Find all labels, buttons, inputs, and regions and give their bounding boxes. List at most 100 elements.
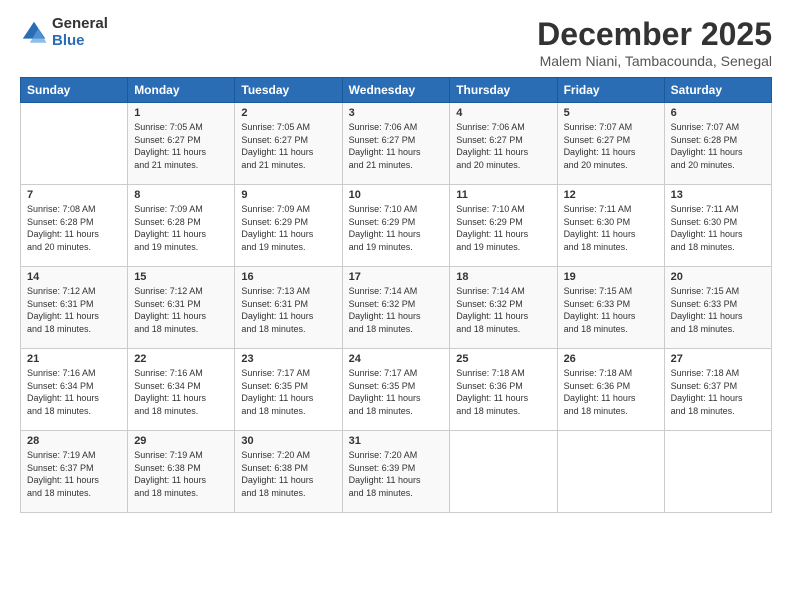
day-number-6: 6 bbox=[671, 107, 765, 119]
day-info-20: Sunrise: 7:15 AM Sunset: 6:33 PM Dayligh… bbox=[671, 285, 765, 335]
calendar-cell-w3-d6: 19 Sunrise: 7:15 AM Sunset: 6:33 PM Dayli… bbox=[557, 267, 664, 349]
day-info-29: Sunrise: 7:19 AM Sunset: 6:38 PM Dayligh… bbox=[134, 449, 228, 499]
day-number-28: 28 bbox=[27, 435, 121, 447]
col-thursday: Thursday bbox=[450, 78, 557, 103]
logo: General Blue bbox=[20, 16, 108, 49]
day-info-24: Sunrise: 7:17 AM Sunset: 6:35 PM Dayligh… bbox=[349, 367, 444, 417]
calendar-cell-w1-d5: 4 Sunrise: 7:06 AM Sunset: 6:27 PM Daylig… bbox=[450, 103, 557, 185]
day-info-9: Sunrise: 7:09 AM Sunset: 6:29 PM Dayligh… bbox=[241, 203, 335, 253]
calendar-cell-w1-d6: 5 Sunrise: 7:07 AM Sunset: 6:27 PM Daylig… bbox=[557, 103, 664, 185]
calendar-cell-w4-d7: 27 Sunrise: 7:18 AM Sunset: 6:37 PM Dayli… bbox=[664, 349, 771, 431]
calendar-cell-w2-d3: 9 Sunrise: 7:09 AM Sunset: 6:29 PM Daylig… bbox=[235, 185, 342, 267]
calendar-cell-w2-d6: 12Sunrise: 7:11 AM Sunset: 6:30 PM Dayli… bbox=[557, 185, 664, 267]
day-number-30: 30 bbox=[241, 435, 335, 447]
calendar-cell-w1-d3: 2 Sunrise: 7:05 AM Sunset: 6:27 PM Daylig… bbox=[235, 103, 342, 185]
day-number-27: 27 bbox=[671, 353, 765, 365]
day-info-22: Sunrise: 7:16 AM Sunset: 6:34 PM Dayligh… bbox=[134, 367, 228, 417]
logo-text: General Blue bbox=[52, 16, 108, 49]
day-info-31: Sunrise: 7:20 AM Sunset: 6:39 PM Dayligh… bbox=[349, 449, 444, 499]
day-info-25: Sunrise: 7:18 AM Sunset: 6:36 PM Dayligh… bbox=[456, 367, 550, 417]
col-friday: Friday bbox=[557, 78, 664, 103]
col-sunday: Sunday bbox=[21, 78, 128, 103]
calendar-cell-w4-d6: 26 Sunrise: 7:18 AM Sunset: 6:36 PM Dayli… bbox=[557, 349, 664, 431]
calendar-cell-w1-d1 bbox=[21, 103, 128, 185]
calendar-week-1: 1Sunrise: 7:05 AM Sunset: 6:27 PM Daylig… bbox=[21, 103, 772, 185]
logo-blue-label: Blue bbox=[52, 33, 108, 50]
calendar-table: Sunday Monday Tuesday Wednesday Thursday… bbox=[20, 77, 772, 513]
calendar-cell-w1-d4: 3Sunrise: 7:06 AM Sunset: 6:27 PM Daylig… bbox=[342, 103, 450, 185]
day-number-21: 21 bbox=[27, 353, 121, 365]
day-number-7: 7 bbox=[27, 189, 121, 201]
day-number-29: 29 bbox=[134, 435, 228, 447]
day-number-14: 14 bbox=[27, 271, 121, 283]
day-number-20: 20 bbox=[671, 271, 765, 283]
day-info-3: Sunrise: 7:06 AM Sunset: 6:27 PM Dayligh… bbox=[349, 121, 444, 171]
day-number-19: 19 bbox=[564, 271, 658, 283]
day-number-13: 13 bbox=[671, 189, 765, 201]
day-number-2: 2 bbox=[241, 107, 335, 119]
day-info-11: Sunrise: 7:10 AM Sunset: 6:29 PM Dayligh… bbox=[456, 203, 550, 253]
calendar-cell-w4-d2: 22 Sunrise: 7:16 AM Sunset: 6:34 PM Dayli… bbox=[128, 349, 235, 431]
calendar-cell-w3-d7: 20 Sunrise: 7:15 AM Sunset: 6:33 PM Dayli… bbox=[664, 267, 771, 349]
day-info-19: Sunrise: 7:15 AM Sunset: 6:33 PM Dayligh… bbox=[564, 285, 658, 335]
calendar-week-5: 28 Sunrise: 7:19 AM Sunset: 6:37 PM Dayli… bbox=[21, 431, 772, 513]
calendar-cell-w3-d2: 15Sunrise: 7:12 AM Sunset: 6:31 PM Dayli… bbox=[128, 267, 235, 349]
calendar-cell-w2-d5: 11 Sunrise: 7:10 AM Sunset: 6:29 PM Dayli… bbox=[450, 185, 557, 267]
day-number-5: 5 bbox=[564, 107, 658, 119]
day-info-5: Sunrise: 7:07 AM Sunset: 6:27 PM Dayligh… bbox=[564, 121, 658, 171]
calendar-week-2: 7 Sunrise: 7:08 AM Sunset: 6:28 PM Daylig… bbox=[21, 185, 772, 267]
day-info-13: Sunrise: 7:11 AM Sunset: 6:30 PM Dayligh… bbox=[671, 203, 765, 253]
header: General Blue December 2025 Malem Niani, … bbox=[20, 16, 772, 69]
calendar-cell-w2-d4: 10Sunrise: 7:10 AM Sunset: 6:29 PM Dayli… bbox=[342, 185, 450, 267]
calendar-cell-w4-d5: 25Sunrise: 7:18 AM Sunset: 6:36 PM Dayli… bbox=[450, 349, 557, 431]
day-info-16: Sunrise: 7:13 AM Sunset: 6:31 PM Dayligh… bbox=[241, 285, 335, 335]
logo-general-label: General bbox=[52, 16, 108, 33]
calendar-cell-w4-d3: 23Sunrise: 7:17 AM Sunset: 6:35 PM Dayli… bbox=[235, 349, 342, 431]
calendar-cell-w2-d2: 8Sunrise: 7:09 AM Sunset: 6:28 PM Daylig… bbox=[128, 185, 235, 267]
calendar-cell-w3-d1: 14Sunrise: 7:12 AM Sunset: 6:31 PM Dayli… bbox=[21, 267, 128, 349]
col-monday: Monday bbox=[128, 78, 235, 103]
day-info-7: Sunrise: 7:08 AM Sunset: 6:28 PM Dayligh… bbox=[27, 203, 121, 253]
col-saturday: Saturday bbox=[664, 78, 771, 103]
calendar-cell-w5-d4: 31Sunrise: 7:20 AM Sunset: 6:39 PM Dayli… bbox=[342, 431, 450, 513]
calendar-cell-w5-d2: 29 Sunrise: 7:19 AM Sunset: 6:38 PM Dayli… bbox=[128, 431, 235, 513]
day-info-10: Sunrise: 7:10 AM Sunset: 6:29 PM Dayligh… bbox=[349, 203, 444, 253]
day-number-22: 22 bbox=[134, 353, 228, 365]
calendar-cell-w5-d7 bbox=[664, 431, 771, 513]
day-number-16: 16 bbox=[241, 271, 335, 283]
day-info-30: Sunrise: 7:20 AM Sunset: 6:38 PM Dayligh… bbox=[241, 449, 335, 499]
day-number-24: 24 bbox=[349, 353, 444, 365]
calendar-cell-w1-d7: 6 Sunrise: 7:07 AM Sunset: 6:28 PM Daylig… bbox=[664, 103, 771, 185]
day-info-6: Sunrise: 7:07 AM Sunset: 6:28 PM Dayligh… bbox=[671, 121, 765, 171]
day-number-9: 9 bbox=[241, 189, 335, 201]
calendar-cell-w5-d1: 28 Sunrise: 7:19 AM Sunset: 6:37 PM Dayli… bbox=[21, 431, 128, 513]
day-number-11: 11 bbox=[456, 189, 550, 201]
day-info-21: Sunrise: 7:16 AM Sunset: 6:34 PM Dayligh… bbox=[27, 367, 121, 417]
col-wednesday: Wednesday bbox=[342, 78, 450, 103]
calendar-cell-w5-d3: 30 Sunrise: 7:20 AM Sunset: 6:38 PM Dayli… bbox=[235, 431, 342, 513]
day-number-12: 12 bbox=[564, 189, 658, 201]
location-title: Malem Niani, Tambacounda, Senegal bbox=[537, 53, 772, 69]
day-info-27: Sunrise: 7:18 AM Sunset: 6:37 PM Dayligh… bbox=[671, 367, 765, 417]
calendar-cell-w4-d1: 21 Sunrise: 7:16 AM Sunset: 6:34 PM Dayli… bbox=[21, 349, 128, 431]
title-block: December 2025 Malem Niani, Tambacounda, … bbox=[537, 16, 772, 69]
day-number-8: 8 bbox=[134, 189, 228, 201]
day-info-28: Sunrise: 7:19 AM Sunset: 6:37 PM Dayligh… bbox=[27, 449, 121, 499]
day-number-4: 4 bbox=[456, 107, 550, 119]
calendar-cell-w4-d4: 24 Sunrise: 7:17 AM Sunset: 6:35 PM Dayli… bbox=[342, 349, 450, 431]
col-tuesday: Tuesday bbox=[235, 78, 342, 103]
day-info-4: Sunrise: 7:06 AM Sunset: 6:27 PM Dayligh… bbox=[456, 121, 550, 171]
calendar-week-3: 14Sunrise: 7:12 AM Sunset: 6:31 PM Dayli… bbox=[21, 267, 772, 349]
day-info-26: Sunrise: 7:18 AM Sunset: 6:36 PM Dayligh… bbox=[564, 367, 658, 417]
day-info-2: Sunrise: 7:05 AM Sunset: 6:27 PM Dayligh… bbox=[241, 121, 335, 171]
day-info-17: Sunrise: 7:14 AM Sunset: 6:32 PM Dayligh… bbox=[349, 285, 444, 335]
day-info-23: Sunrise: 7:17 AM Sunset: 6:35 PM Dayligh… bbox=[241, 367, 335, 417]
day-number-18: 18 bbox=[456, 271, 550, 283]
day-info-1: Sunrise: 7:05 AM Sunset: 6:27 PM Dayligh… bbox=[134, 121, 228, 171]
month-title: December 2025 bbox=[537, 16, 772, 53]
calendar-cell-w3-d3: 16 Sunrise: 7:13 AM Sunset: 6:31 PM Dayli… bbox=[235, 267, 342, 349]
page: General Blue December 2025 Malem Niani, … bbox=[0, 0, 792, 612]
calendar-cell-w3-d4: 17Sunrise: 7:14 AM Sunset: 6:32 PM Dayli… bbox=[342, 267, 450, 349]
day-number-26: 26 bbox=[564, 353, 658, 365]
calendar-header-row: Sunday Monday Tuesday Wednesday Thursday… bbox=[21, 78, 772, 103]
